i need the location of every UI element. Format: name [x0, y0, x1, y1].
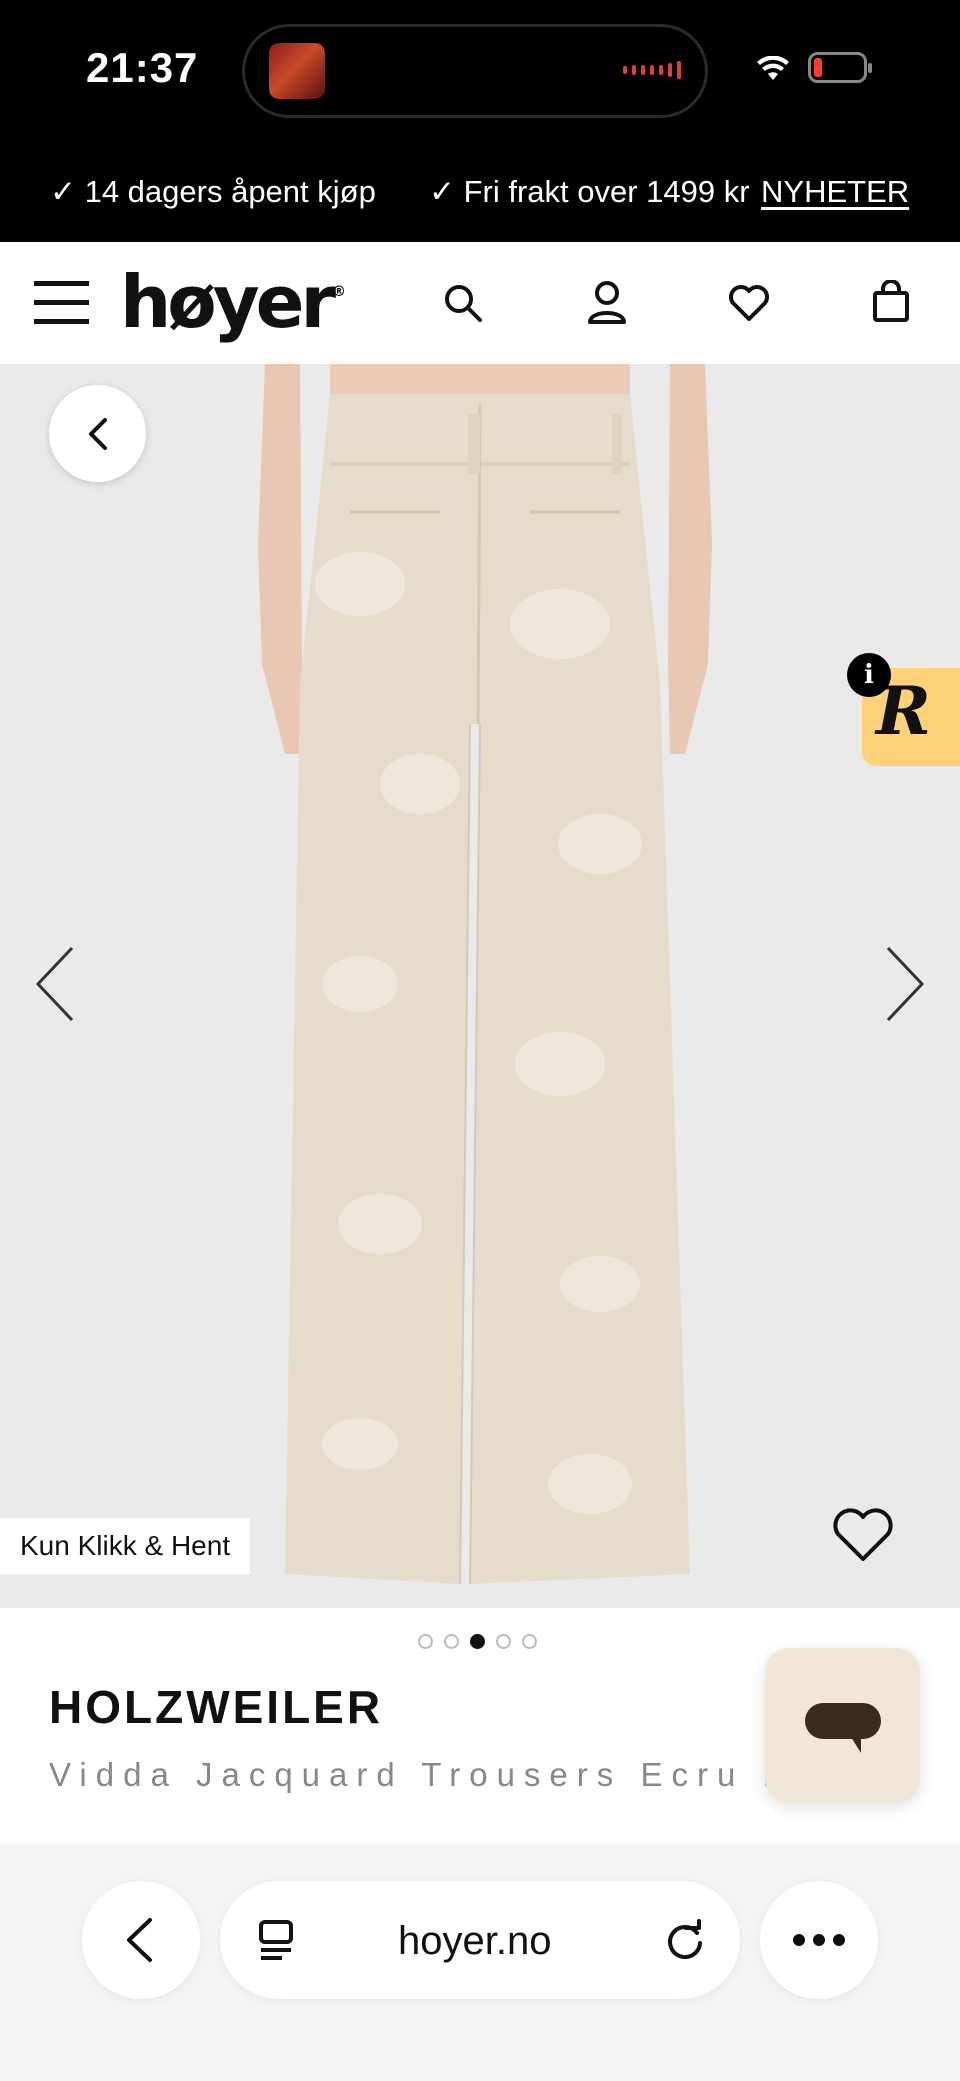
browser-toolbar: hoyer.no — [0, 1843, 960, 2081]
cart-bag-icon[interactable] — [872, 280, 910, 322]
next-image-icon[interactable] — [884, 946, 926, 1022]
info-icon[interactable]: i — [847, 653, 891, 697]
account-icon[interactable] — [587, 280, 627, 324]
previous-image-icon[interactable] — [34, 946, 76, 1022]
image-pagination — [418, 1634, 537, 1649]
pagination-dot[interactable] — [418, 1634, 433, 1649]
hoyer-logo[interactable]: høyer® — [120, 260, 346, 344]
promo-open-purchase: ✓ 14 dagers åpent kjøp — [50, 174, 376, 209]
back-arrow-icon — [127, 1918, 152, 1962]
dynamic-island[interactable] — [242, 24, 708, 118]
click-collect-badge: Kun Klikk & Hent — [0, 1518, 251, 1574]
address-bar[interactable]: hoyer.no — [220, 1881, 740, 1999]
chat-bubble-icon — [805, 1703, 881, 1753]
logo-mark: ® — [332, 284, 346, 300]
product-image[interactable] — [0, 364, 960, 1608]
ellipsis-icon — [793, 1934, 845, 1946]
wifi-icon — [757, 56, 789, 80]
pagination-dot[interactable] — [522, 1634, 537, 1649]
chat-button[interactable] — [765, 1648, 920, 1803]
pagination-dot[interactable] — [496, 1634, 511, 1649]
product-brand[interactable]: HOLZWEILER — [49, 1680, 383, 1734]
site-header: høyer® — [0, 242, 960, 364]
menu-icon[interactable] — [34, 279, 89, 326]
more-options-button[interactable] — [760, 1881, 878, 1999]
pagination-dot-active[interactable] — [470, 1634, 485, 1649]
reload-icon[interactable] — [664, 1919, 706, 1961]
url-text[interactable]: hoyer.no — [398, 1919, 551, 1964]
search-icon[interactable] — [443, 283, 483, 323]
chevron-left-icon — [88, 417, 107, 450]
now-playing-artwork-icon — [269, 43, 325, 99]
battery-low-icon — [808, 52, 872, 83]
back-button[interactable] — [49, 385, 146, 482]
status-time: 21:37 — [86, 44, 199, 91]
pagination-dot[interactable] — [444, 1634, 459, 1649]
product-name: Vidda Jacquard Trousers Ecru Mi — [49, 1756, 769, 1793]
logo-text: høyer — [120, 260, 336, 344]
tabs-icon[interactable] — [258, 1919, 298, 1961]
news-link[interactable]: NYHETER — [761, 174, 909, 210]
wishlist-heart-icon[interactable] — [728, 284, 770, 322]
status-bar: 21:37 — [0, 0, 960, 145]
browser-back-button[interactable] — [82, 1881, 200, 1999]
favorite-heart-icon[interactable] — [832, 1507, 894, 1563]
audio-waveform-icon — [623, 61, 681, 79]
promo-free-shipping: ✓ Fri frakt over 1499 kr — [429, 174, 750, 209]
promo-bar: ✓ 14 dagers åpent kjøp ✓ Fri frakt over … — [0, 145, 960, 242]
trousers-photo — [258, 364, 712, 1585]
